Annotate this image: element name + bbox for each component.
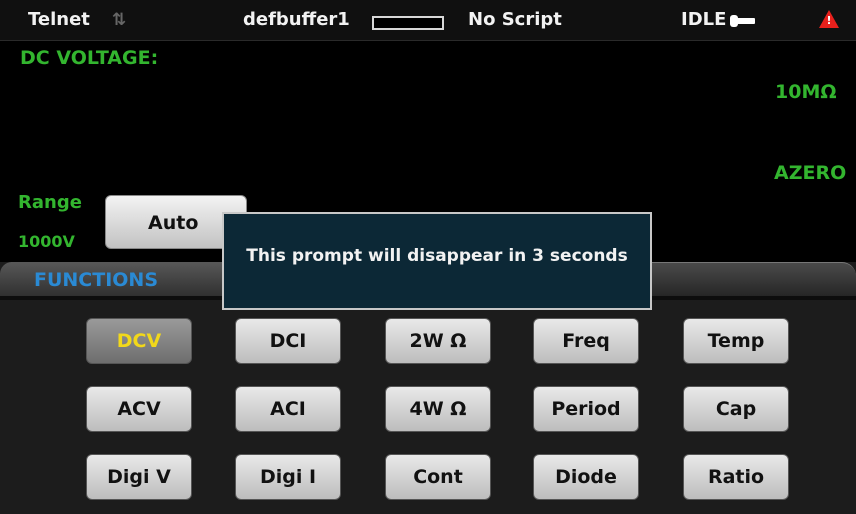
function-button-freq[interactable]: Freq: [533, 318, 639, 364]
prompt-message: This prompt will disappear in 3 seconds: [246, 246, 628, 266]
range-label: Range: [18, 192, 82, 213]
buffer-fill-bar[interactable]: [372, 16, 444, 30]
script-status[interactable]: No Script: [468, 9, 562, 31]
tab-functions[interactable]: FUNCTIONS: [0, 262, 250, 296]
function-button-ratio[interactable]: Ratio: [683, 454, 789, 500]
status-bar: Telnet ⇅ defbuffer1 No Script IDLE !: [0, 0, 856, 41]
trigger-state[interactable]: IDLE: [681, 9, 726, 31]
function-title: DC VOLTAGE:: [20, 47, 159, 69]
autozero-indicator[interactable]: AZERO: [774, 162, 846, 184]
warning-exclamation: !: [826, 14, 832, 27]
function-button-cap[interactable]: Cap: [683, 386, 789, 432]
function-button-period[interactable]: Period: [533, 386, 639, 432]
function-button-4w[interactable]: 4W Ω: [385, 386, 491, 432]
function-button-dci[interactable]: DCI: [235, 318, 341, 364]
function-button-dcv[interactable]: DCV: [86, 318, 192, 364]
function-button-2w[interactable]: 2W Ω: [385, 318, 491, 364]
function-button-acv[interactable]: ACV: [86, 386, 192, 432]
range-value: 1000V: [18, 232, 75, 251]
function-button-diode[interactable]: Diode: [533, 454, 639, 500]
updown-arrows-icon: ⇅: [112, 10, 127, 30]
function-button-digi-v[interactable]: Digi V: [86, 454, 192, 500]
buffer-name[interactable]: defbuffer1: [243, 9, 350, 31]
plug-icon: [730, 15, 755, 27]
input-impedance-indicator[interactable]: 10MΩ: [775, 81, 837, 103]
function-button-temp[interactable]: Temp: [683, 318, 789, 364]
function-button-aci[interactable]: ACI: [235, 386, 341, 432]
connection-type[interactable]: Telnet: [28, 9, 90, 31]
prompt-dialog: This prompt will disappear in 3 seconds: [222, 212, 652, 310]
tab-functions-label: FUNCTIONS: [34, 269, 159, 291]
function-button-digi-i[interactable]: Digi I: [235, 454, 341, 500]
function-button-cont[interactable]: Cont: [385, 454, 491, 500]
